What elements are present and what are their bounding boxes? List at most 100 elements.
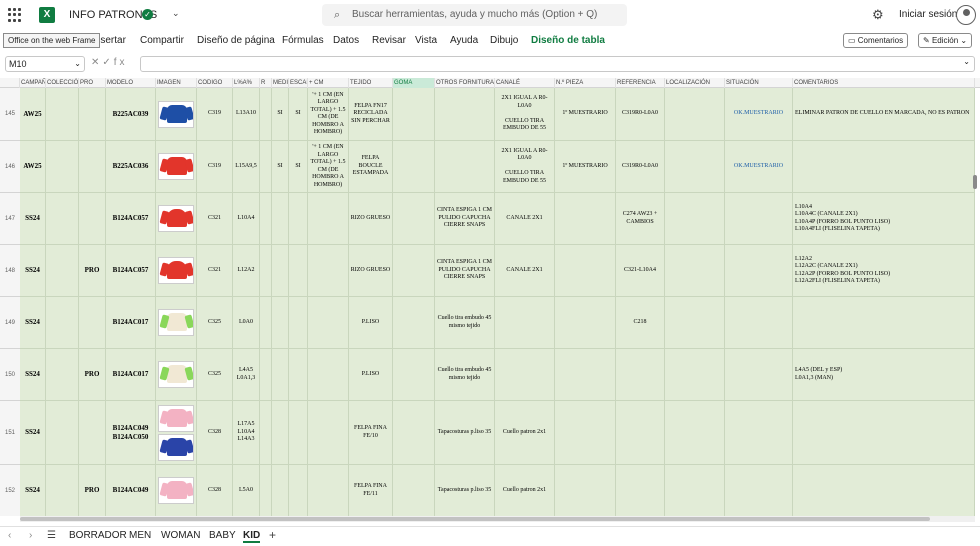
cell-medi[interactable] xyxy=(272,401,289,465)
tab-ayuda[interactable]: Ayuda xyxy=(450,35,478,46)
cell-cm[interactable] xyxy=(308,193,349,245)
cell-tejido[interactable]: FELPA FINA FE/10 xyxy=(349,401,393,465)
cell-cm[interactable] xyxy=(308,349,349,401)
column-header[interactable]: REFERENCIA xyxy=(616,78,665,88)
cell-sit[interactable] xyxy=(725,349,793,401)
tab-dibujo[interactable]: Dibujo xyxy=(490,35,518,46)
column-header[interactable]: OTROS FORNITURAS xyxy=(435,78,495,88)
cell-pieza[interactable] xyxy=(555,401,616,465)
vertical-scrollbar-thumb[interactable] xyxy=(973,175,977,189)
cell-escai[interactable]: SI xyxy=(289,141,308,193)
column-header[interactable]: CAMPAÑA xyxy=(20,78,46,88)
cell-escai[interactable]: SI xyxy=(289,88,308,141)
cell-loc[interactable] xyxy=(665,349,725,401)
tab-datos[interactable]: Datos xyxy=(333,35,359,46)
chevron-left-icon[interactable]: ‹ xyxy=(8,530,11,541)
cell-loc[interactable] xyxy=(665,141,725,193)
cell-canale[interactable]: Cuello patron 2x1 xyxy=(495,465,555,516)
cell-otros[interactable]: CINTA ESPIGA 1 CM PULIDO CAPUCHA CIERRE … xyxy=(435,193,495,245)
cell-cm[interactable] xyxy=(308,297,349,349)
cell-escai[interactable] xyxy=(289,349,308,401)
cell-com[interactable]: L10A4 L10A4C (CANALE 2X1) L10A4P (FORRO … xyxy=(793,193,975,245)
cell-com[interactable] xyxy=(793,465,975,516)
cell-codigo[interactable]: C319 xyxy=(197,141,233,193)
app-launcher-icon[interactable] xyxy=(8,8,22,22)
cell-codigo[interactable]: C319 xyxy=(197,88,233,141)
row-header[interactable]: 151 xyxy=(0,401,20,465)
cell-tejido[interactable]: FELPA BOUCLE ESTAMPADA xyxy=(349,141,393,193)
cell-la[interactable]: L13A10 xyxy=(233,88,260,141)
cell-tejido[interactable]: FELPA FN17 RECICLADA SIN PERCHAR xyxy=(349,88,393,141)
cell-cm[interactable] xyxy=(308,465,349,516)
tab-vista[interactable]: Vista xyxy=(415,35,437,46)
cell-modelo[interactable]: B124AC017 xyxy=(106,349,156,401)
cell-cm[interactable] xyxy=(308,245,349,297)
enter-icon[interactable]: ✓ xyxy=(102,57,113,68)
cell-otros[interactable]: CINTA ESPIGA 1 CM PULIDO CAPUCHA CIERRE … xyxy=(435,245,495,297)
cell-col[interactable] xyxy=(46,465,79,516)
cell-otros[interactable]: Cuello tira embudo 45 mismo tejido xyxy=(435,297,495,349)
cell-pro[interactable] xyxy=(79,88,106,141)
name-box[interactable]: M10 ⌄ xyxy=(5,56,85,72)
cell-medi[interactable] xyxy=(272,297,289,349)
cell-pro[interactable]: PRO xyxy=(79,465,106,516)
cell-r[interactable] xyxy=(260,88,272,141)
sheet-tab-woman[interactable]: WOMAN xyxy=(161,530,200,541)
cell-modelo[interactable]: B124AC057 xyxy=(106,193,156,245)
cell-loc[interactable] xyxy=(665,88,725,141)
cell-img[interactable] xyxy=(156,465,197,516)
column-header[interactable]: + CM xyxy=(308,78,349,88)
cell-pieza[interactable] xyxy=(555,193,616,245)
cell-goma[interactable] xyxy=(393,297,435,349)
cell-camp[interactable]: AW25 xyxy=(20,88,46,141)
cell-loc[interactable] xyxy=(665,297,725,349)
cell-pro[interactable] xyxy=(79,401,106,465)
cell-r[interactable] xyxy=(260,141,272,193)
column-header[interactable]: MEDI xyxy=(272,78,289,88)
cell-cm[interactable]: '+ 1 CM (EN LARGO TOTAL) + 1.5 CM (DE HO… xyxy=(308,141,349,193)
cell-otros[interactable]: Tapacosturas p.liso 35 xyxy=(435,401,495,465)
cell-la[interactable]: L10A4 xyxy=(233,193,260,245)
cell-la[interactable]: L17A5 L10A4 L14A3 xyxy=(233,401,260,465)
column-header[interactable]: IMAGEN xyxy=(156,78,197,88)
gear-icon[interactable]: ⚙ xyxy=(872,7,884,23)
cell-modelo[interactable]: B225AC039 xyxy=(106,88,156,141)
editing-mode-button[interactable]: ✎ Edición ⌄ xyxy=(918,33,973,48)
chevron-down-icon[interactable]: ⌄ xyxy=(172,8,180,19)
cell-col[interactable] xyxy=(46,88,79,141)
column-header[interactable]: COMENTARIOS xyxy=(793,78,975,88)
column-header[interactable]: PRO xyxy=(79,78,106,88)
column-header[interactable]: GOMA xyxy=(393,78,435,88)
row-header[interactable]: 146 xyxy=(0,141,20,193)
cell-loc[interactable] xyxy=(665,193,725,245)
cell-medi[interactable] xyxy=(272,193,289,245)
tab-compartir[interactable]: Compartir xyxy=(140,35,184,46)
cell-canale[interactable]: CANALE 2X1 xyxy=(495,245,555,297)
tab-diseno-pagina[interactable]: Diseño de página xyxy=(197,35,275,46)
cell-tejido[interactable]: RIZO GRUESO xyxy=(349,245,393,297)
cell-img[interactable] xyxy=(156,193,197,245)
cell-goma[interactable] xyxy=(393,465,435,516)
cell-camp[interactable]: SS24 xyxy=(20,245,46,297)
cell-camp[interactable]: AW25 xyxy=(20,141,46,193)
cell-camp[interactable]: SS24 xyxy=(20,297,46,349)
cell-medi[interactable] xyxy=(272,465,289,516)
cell-sit[interactable]: OK.MUESTRARIO xyxy=(725,141,793,193)
column-header[interactable]: CODIGO xyxy=(197,78,233,88)
cell-la[interactable]: L5A0 xyxy=(233,465,260,516)
cell-img[interactable] xyxy=(156,88,197,141)
cell-goma[interactable] xyxy=(393,349,435,401)
cell-col[interactable] xyxy=(46,141,79,193)
garment-image[interactable] xyxy=(158,433,194,461)
cell-com[interactable]: ELIMINAR PATRON DE CUELLO EN MARCADA, NO… xyxy=(793,88,975,141)
cell-codigo[interactable]: C321 xyxy=(197,245,233,297)
cell-col[interactable] xyxy=(46,245,79,297)
cell-r[interactable] xyxy=(260,465,272,516)
cell-tejido[interactable]: FELPA FINA FE/11 xyxy=(349,465,393,516)
cell-sit[interactable] xyxy=(725,193,793,245)
cell-com[interactable]: L4A5 (DEL y ESP) L0A1,3 (MAN) xyxy=(793,349,975,401)
cell-sit[interactable] xyxy=(725,465,793,516)
cell-medi[interactable] xyxy=(272,245,289,297)
comments-button[interactable]: ▭ Comentarios xyxy=(843,33,909,48)
cell-pieza[interactable] xyxy=(555,349,616,401)
